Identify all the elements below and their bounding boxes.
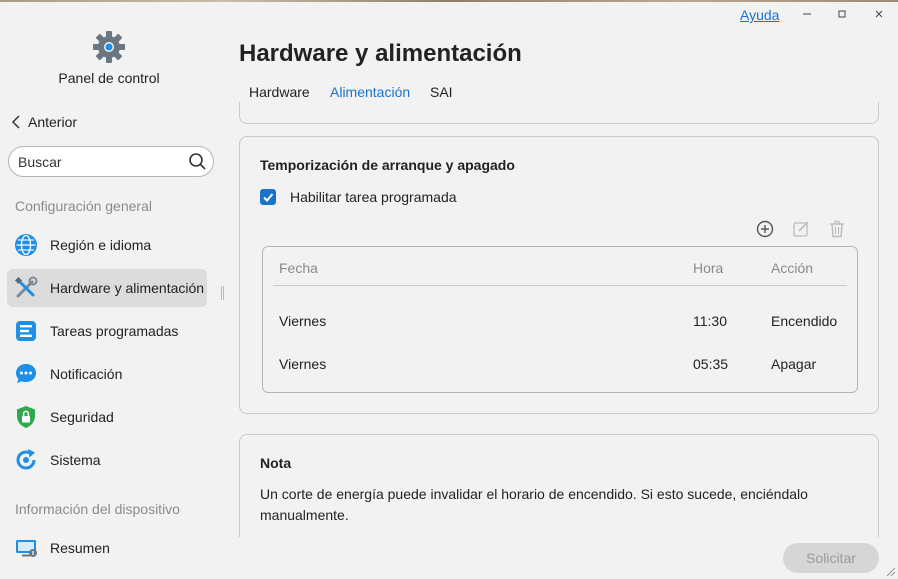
previous-card-bottom — [239, 102, 879, 124]
gear-icon — [93, 31, 125, 63]
schedule-table: Fecha Hora Acción Viernes 11:30 Encendid… — [262, 246, 858, 393]
column-header-time: Hora — [693, 260, 724, 276]
tools-icon — [14, 276, 38, 298]
sidebar-item-security[interactable]: Seguridad — [7, 398, 207, 436]
globe-icon — [15, 234, 37, 256]
column-header-date: Fecha — [279, 260, 318, 276]
search-box — [8, 146, 214, 177]
shield-lock-icon — [17, 406, 35, 428]
sidebar-item-summary[interactable]: Resumen — [7, 529, 207, 567]
sidebar-resize-handle[interactable] — [221, 286, 224, 300]
sidebar-item-label: Tareas programadas — [50, 323, 179, 339]
section-header-general: Configuración general — [15, 198, 152, 214]
minimize-icon[interactable] — [797, 6, 817, 24]
cell-action: Encendido — [771, 313, 838, 329]
cell-action: Apagar — [771, 356, 817, 372]
table-header-divider — [273, 285, 847, 286]
tab-ups[interactable]: SAI — [430, 84, 453, 100]
section-header-device: Información del dispositivo — [15, 501, 180, 517]
schedule-card: Temporización de arranque y apagado Habi… — [239, 136, 879, 414]
cell-time: 11:30 — [693, 313, 727, 329]
sidebar-item-label: Sistema — [50, 452, 101, 468]
delete-icon[interactable] — [827, 219, 847, 239]
checkbox-checked-icon — [260, 189, 276, 205]
schedule-card-title: Temporización de arranque y apagado — [260, 157, 515, 173]
note-text: Un corte de energía puede invalidar el h… — [260, 486, 808, 523]
monitor-icon — [16, 540, 37, 557]
chevron-left-icon — [11, 115, 20, 129]
note-card-title: Nota — [260, 455, 292, 471]
note-card: Nota Un corte de energía puede invalidar… — [239, 434, 879, 554]
page-title: Hardware y alimentación — [239, 40, 522, 67]
sidebar-item-label: Resumen — [50, 540, 110, 556]
sidebar-item-system[interactable]: Sistema — [7, 441, 207, 479]
sidebar-item-scheduled-tasks[interactable]: Tareas programadas — [7, 312, 207, 350]
tasks-icon — [16, 321, 36, 341]
edit-icon[interactable] — [791, 219, 811, 239]
back-button[interactable]: Anterior — [10, 114, 77, 130]
window-resize-grip-icon[interactable] — [884, 565, 896, 577]
control-panel-window: Ayuda Panel de control Anterior Buscar C… — [0, 2, 898, 579]
sidebar-item-region[interactable]: Región e idioma — [7, 226, 207, 264]
sidebar-item-label: Notificación — [50, 366, 123, 382]
search-input[interactable] — [18, 153, 178, 170]
sidebar-item-hardware[interactable]: Hardware y alimentación — [7, 269, 207, 307]
back-label: Anterior — [28, 114, 78, 130]
app-title: Panel de control — [58, 70, 160, 86]
close-icon[interactable] — [869, 6, 889, 24]
tab-hardware[interactable]: Hardware — [249, 84, 310, 100]
add-icon[interactable] — [755, 219, 775, 239]
search-icon[interactable] — [188, 152, 207, 171]
cell-time: 05:35 — [693, 356, 729, 372]
help-link[interactable]: Ayuda — [740, 7, 779, 23]
sidebar-item-label: Región e idioma — [50, 237, 152, 253]
tab-power[interactable]: Alimentación — [330, 84, 410, 100]
enable-schedule-checkbox[interactable]: Habilitar tarea programada — [260, 189, 457, 205]
maximize-icon[interactable] — [832, 6, 852, 24]
sidebar-item-label: Hardware y alimentación — [50, 280, 205, 296]
sidebar-item-label: Seguridad — [50, 409, 114, 425]
enable-schedule-label: Habilitar tarea programada — [290, 189, 457, 205]
apply-button[interactable]: Solicitar — [783, 543, 879, 573]
chat-bubble-icon — [16, 364, 36, 383]
system-refresh-icon — [16, 449, 36, 470]
column-header-action: Acción — [771, 260, 814, 276]
cell-date: Viernes — [279, 356, 327, 372]
sidebar-item-notification[interactable]: Notificación — [7, 355, 207, 393]
sidebar: Panel de control Anterior Configuración … — [0, 2, 220, 579]
cell-date: Viernes — [279, 313, 327, 329]
